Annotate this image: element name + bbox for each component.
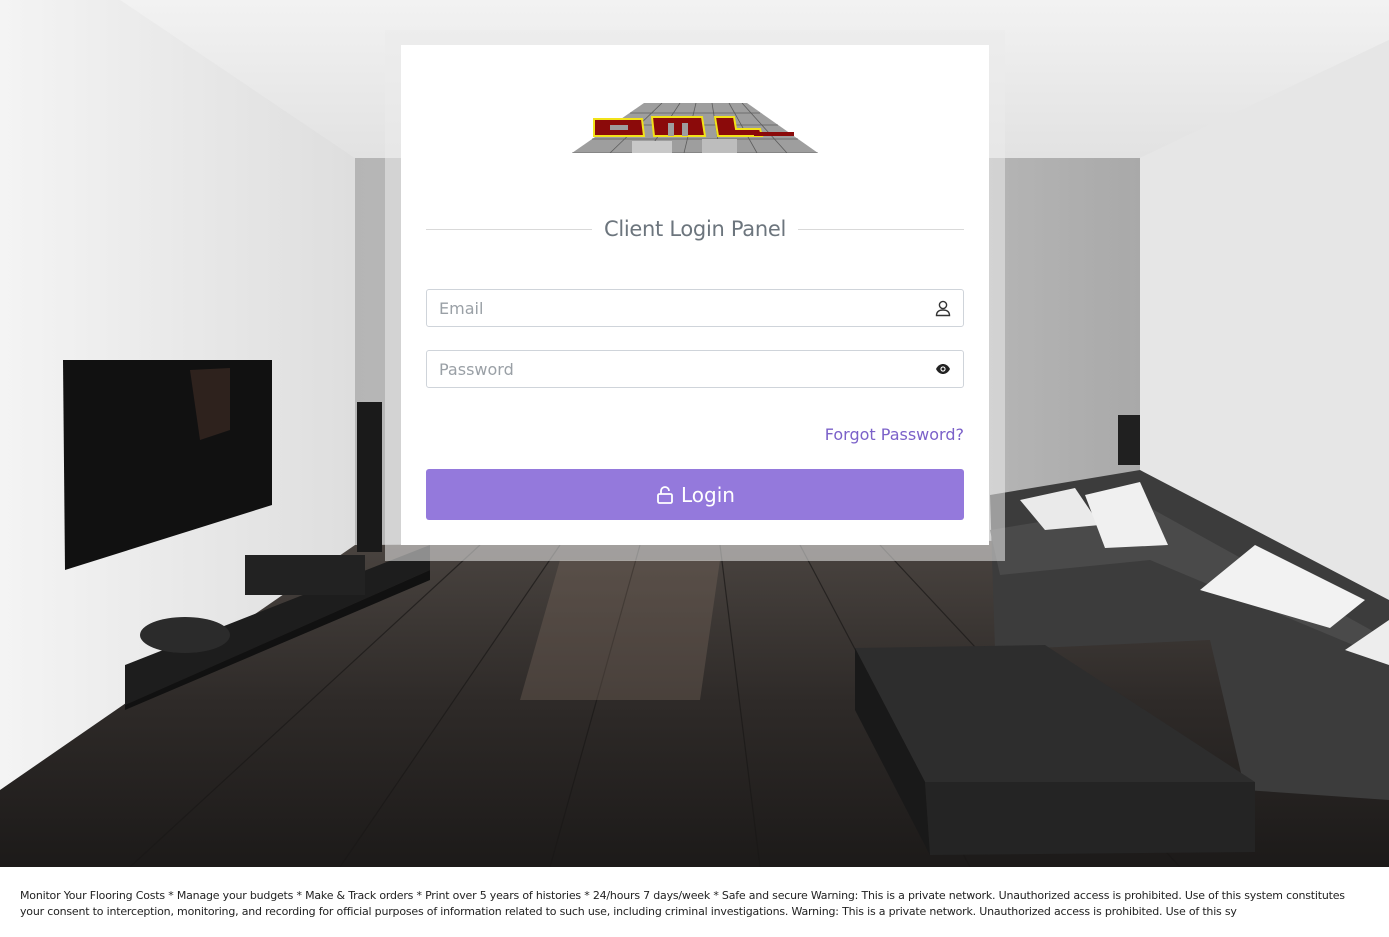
panel-title-row: Client Login Panel (426, 215, 964, 243)
footer: Monitor Your Flooring Costs * Manage you… (0, 867, 1389, 937)
email-input[interactable] (427, 290, 923, 326)
login-button[interactable]: Login (426, 469, 964, 520)
password-input[interactable] (427, 351, 923, 387)
lock-icon (655, 485, 675, 505)
aml-logo-graphic (572, 102, 818, 154)
login-button-label: Login (681, 482, 735, 507)
divider-right (798, 228, 964, 230)
forgot-password-link[interactable]: Forgot Password? (825, 425, 964, 444)
password-field-group (426, 350, 964, 388)
footer-text: Monitor Your Flooring Costs * Manage you… (20, 889, 1345, 918)
login-card: Client Login Panel Forgot Password? (401, 45, 989, 545)
eye-icon[interactable] (923, 351, 963, 387)
user-icon (923, 290, 963, 326)
aml-logo (572, 102, 818, 154)
divider-left (426, 228, 592, 230)
panel-title: Client Login Panel (603, 217, 787, 241)
email-field-group (426, 289, 964, 327)
